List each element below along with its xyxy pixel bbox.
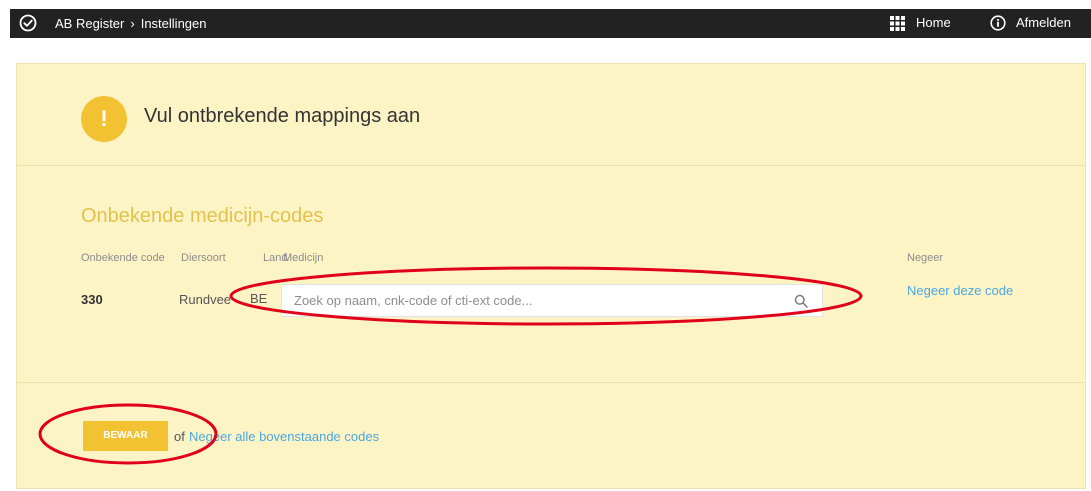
logout-label: Afmelden: [1016, 15, 1071, 30]
home-button[interactable]: Home: [890, 14, 951, 32]
breadcrumb-root[interactable]: AB Register: [55, 16, 124, 31]
grid-icon: [890, 15, 905, 31]
alert-title: Vul ontbrekende mappings aan: [144, 105, 421, 127]
land-value: BE: [250, 291, 268, 306]
divider: [17, 382, 1085, 383]
section-title: Onbekende medicijn-codes: [81, 205, 324, 227]
unknown-code: 330: [81, 292, 103, 307]
logout-button[interactable]: Afmelden: [990, 14, 1071, 32]
or-text: of: [174, 429, 185, 444]
top-navigation-bar: AB Register › Instellingen Home Afmelden: [10, 9, 1091, 38]
column-header-medicine: Medicijn: [283, 252, 324, 264]
search-icon[interactable]: [794, 294, 808, 308]
breadcrumb-separator: ›: [130, 16, 135, 31]
divider: [17, 165, 1085, 166]
column-header-species: Diersoort: [181, 252, 226, 264]
column-header-ignore: Negeer: [907, 252, 944, 264]
home-label: Home: [916, 15, 951, 30]
mapping-panel: ! Vul ontbrekende mappings aan Onbekende…: [16, 63, 1086, 489]
medicine-search-box: [281, 284, 823, 317]
info-icon: [990, 15, 1006, 31]
check-circle-icon[interactable]: [19, 14, 37, 32]
warning-icon: !: [81, 96, 127, 142]
save-button[interactable]: BEWAAR: [83, 421, 168, 451]
medicine-search-input[interactable]: [282, 285, 782, 316]
column-header-code: Onbekende code: [81, 252, 165, 264]
breadcrumb: AB Register › Instellingen: [55, 16, 207, 31]
ignore-code-link[interactable]: Negeer deze code: [907, 283, 1013, 298]
species-value: Rundvee: [179, 292, 232, 307]
breadcrumb-current: Instellingen: [140, 16, 207, 31]
ignore-all-link[interactable]: Negeer alle bovenstaande codes: [189, 429, 379, 444]
